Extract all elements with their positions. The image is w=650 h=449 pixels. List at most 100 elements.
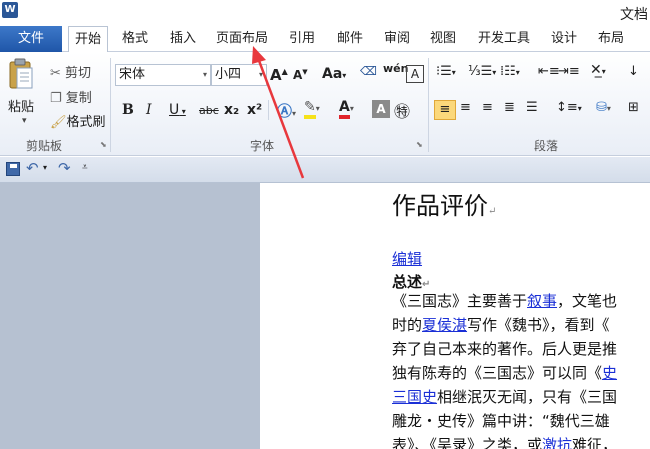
enclosed-character-icon: ㊕: [394, 102, 411, 121]
tab-format[interactable]: 格式: [122, 26, 148, 52]
tab-file[interactable]: 文件: [0, 26, 62, 52]
paste-dropdown-icon[interactable]: ▾: [22, 116, 27, 126]
numbering-button[interactable]: ⅓☰▾: [468, 64, 496, 79]
align-left-button[interactable]: ≡: [434, 100, 456, 120]
align-center-button[interactable]: ≡: [460, 100, 471, 115]
paint-bucket-icon: ⛁: [596, 100, 607, 115]
text-effect-icon: Ⓐ: [277, 102, 293, 120]
customize-toolbar-icon[interactable]: ⩡: [82, 162, 88, 173]
body-text-line: 表》、《吴录》之类，或激抗难征，: [392, 434, 617, 449]
document-heading: 作品评价↵: [392, 192, 497, 220]
bullets-button[interactable]: ⁝☰▾: [436, 64, 456, 79]
group-divider: [428, 58, 429, 152]
sort-button[interactable]: ↓: [628, 64, 639, 79]
copy-button[interactable]: ❐ 复制: [50, 87, 92, 106]
justify-icon: ≣: [504, 100, 515, 115]
borders-button[interactable]: ⊞: [628, 100, 639, 115]
inline-link[interactable]: 激抗: [542, 436, 572, 449]
distributed-icon: ☰: [526, 100, 538, 115]
font-name-select[interactable]: 宋体 ▾: [115, 64, 211, 86]
body-text-line: 弃了自己本来的著作。后人更是推: [392, 340, 618, 358]
paragraph-mark-icon: ↵: [488, 206, 497, 217]
edit-link[interactable]: 编辑: [392, 248, 422, 269]
tab-mailings[interactable]: 邮件: [337, 26, 363, 52]
tab-layout[interactable]: 布局: [598, 26, 624, 52]
body-text-line: 三国史相继泯灭无闻，只有《三国: [392, 388, 618, 406]
title-bar: W 文档: [0, 0, 650, 26]
undo-dropdown-icon[interactable]: ▾: [43, 163, 47, 172]
inline-link[interactable]: 夏侯湛: [422, 316, 467, 334]
body-text-line: 《三国志》主要善于叙事，文笔也: [392, 292, 618, 310]
group-divider: [268, 100, 269, 120]
border-icon: ⊞: [628, 100, 639, 115]
char-border-button[interactable]: A: [406, 65, 424, 83]
paste-clipboard-icon[interactable]: [8, 58, 34, 90]
chinese-layout-button[interactable]: ✕̲▾: [590, 62, 606, 78]
clipboard-launcher-icon[interactable]: ⬊: [100, 140, 107, 149]
chevron-down-icon: ▾: [202, 70, 207, 79]
font-color-button[interactable]: A▾: [339, 99, 354, 119]
scissors-icon: ✂: [50, 66, 61, 81]
tab-view[interactable]: 视图: [430, 26, 456, 52]
body-text-line: 时的夏侯湛写作《魏书》，看到《: [392, 316, 610, 334]
inline-link[interactable]: 叙事: [527, 292, 557, 310]
decrease-indent-button[interactable]: ⇤≡: [538, 64, 560, 79]
line-spacing-icon: ↕≡: [556, 100, 578, 115]
paste-button[interactable]: 粘贴: [8, 96, 34, 115]
increase-indent-button[interactable]: ⇥≡: [558, 64, 580, 79]
clipboard-group-label: 剪贴板: [26, 139, 63, 153]
eraser-icon: ⌫: [360, 64, 377, 78]
line-spacing-button[interactable]: ↕≡▾: [556, 100, 582, 115]
format-painter-button[interactable]: 🖌格式刷: [50, 111, 106, 130]
align-left-icon: ≡: [439, 102, 451, 117]
text-effects-button[interactable]: Ⓐ▾: [277, 100, 296, 121]
sort-icon: ↓: [628, 64, 639, 79]
save-icon[interactable]: [6, 162, 20, 176]
word-app-icon[interactable]: W: [2, 2, 18, 18]
char-shading-button[interactable]: A: [372, 100, 390, 118]
paragraph-group-label: 段落: [534, 139, 559, 153]
strikethrough-button[interactable]: abc: [199, 104, 219, 117]
tab-home[interactable]: 开始: [68, 26, 109, 53]
shrink-font-button[interactable]: A▼: [293, 68, 308, 82]
highlight-button[interactable]: ✎▾: [304, 99, 320, 119]
undo-icon[interactable]: ↶: [26, 159, 39, 177]
redo-icon[interactable]: ↷: [58, 159, 71, 177]
tab-developer[interactable]: 开发工具: [478, 26, 530, 52]
quick-access-toolbar: ↶ ▾ ↷ ⩡: [0, 157, 650, 183]
tab-design[interactable]: 设计: [551, 26, 577, 52]
section-heading: 总述↵: [392, 273, 431, 291]
inline-link[interactable]: 史: [602, 364, 617, 382]
ribbon-tab-bar: 文件 开始 格式 插入 页面布局 引用 邮件 审阅 视图 开发工具 设计 布局: [0, 26, 650, 53]
enclose-char-button[interactable]: ㊕: [394, 98, 410, 122]
grow-font-button[interactable]: A▲: [270, 66, 288, 84]
clear-formatting-button[interactable]: ⌫: [360, 64, 377, 78]
inline-link[interactable]: 三国史: [392, 388, 437, 406]
tab-references[interactable]: 引用: [289, 26, 315, 52]
justify-button[interactable]: ≣: [504, 100, 515, 115]
outdent-icon: ⇤≡: [538, 64, 560, 79]
subscript-button[interactable]: x₂: [224, 102, 239, 118]
distributed-button[interactable]: ☰: [526, 100, 538, 115]
shading-button[interactable]: ⛁▾: [596, 100, 611, 115]
change-case-button[interactable]: Aa▾: [322, 66, 346, 82]
group-divider: [110, 58, 111, 152]
font-launcher-icon[interactable]: ⬊: [416, 140, 423, 149]
multilevel-list-button[interactable]: ⁞☷▾: [500, 64, 520, 79]
align-right-button[interactable]: ≡: [482, 100, 493, 115]
font-size-select[interactable]: 小四 ▾: [211, 64, 267, 86]
tab-page-layout[interactable]: 页面布局: [216, 26, 268, 52]
underline-button[interactable]: U ▾: [169, 102, 186, 118]
cut-button[interactable]: ✂ 剪切: [50, 62, 91, 81]
tab-insert[interactable]: 插入: [170, 26, 196, 52]
bold-button[interactable]: B: [122, 102, 134, 118]
italic-button[interactable]: I: [146, 102, 152, 118]
superscript-button[interactable]: x²: [247, 102, 262, 118]
align-right-icon: ≡: [482, 100, 493, 115]
tab-review[interactable]: 审阅: [384, 26, 410, 52]
paragraph-mark-icon: ↵: [422, 279, 431, 290]
window-title: 文档: [620, 7, 648, 23]
body-text-line: 独有陈寿的《三国志》可以同《史: [392, 364, 618, 382]
highlighter-icon: ✎: [304, 99, 316, 119]
phonetic-guide-button[interactable]: wén: [383, 62, 408, 75]
